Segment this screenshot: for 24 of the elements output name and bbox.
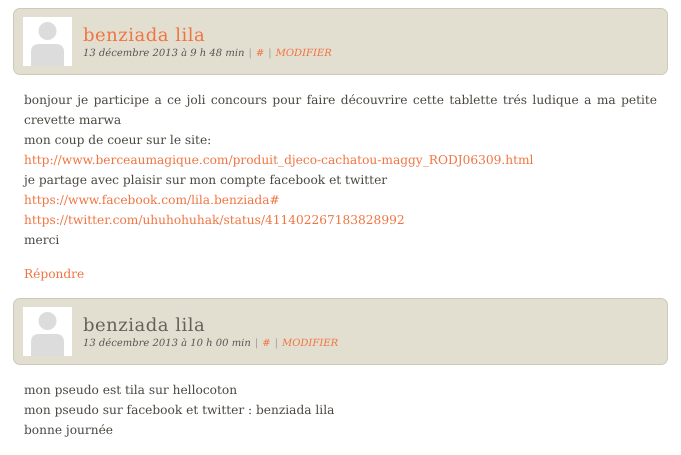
comment-link[interactable]: https://www.facebook.com/lila.benziada# xyxy=(24,190,657,210)
permalink[interactable]: # xyxy=(262,338,271,348)
comment-text: merci xyxy=(24,232,60,249)
separator: | xyxy=(248,48,252,58)
comment-text: mon coup de coeur sur le site: xyxy=(24,132,212,149)
comment-link[interactable]: http://www.berceaumagique.com/produit_djeco-cachatou-maggy_RODJ06309.html xyxy=(24,150,657,170)
comment-link[interactable]: https://twitter.com/uhuhohuhak/status/411402267183828992 xyxy=(24,210,657,230)
separator: | xyxy=(268,48,272,58)
separator: | xyxy=(254,338,258,348)
avatar-icon xyxy=(23,17,72,66)
separator: | xyxy=(274,338,278,348)
comment-date: 13 décembre 2013 à 9 h 48 min xyxy=(83,48,244,58)
reply-link[interactable]: Répondre xyxy=(24,264,84,284)
author-name: benziada lila xyxy=(83,314,206,336)
edit-link[interactable]: MODIFIER xyxy=(276,48,332,58)
comment-text: mon pseudo est tila sur hellocoton xyxy=(24,382,238,399)
comment-text: je partage avec plaisir sur mon compte facebook et twitter xyxy=(24,172,388,189)
avatar-icon xyxy=(23,307,72,356)
comment-text: mon pseudo sur facebook et twitter : benziada lila xyxy=(24,402,336,419)
author-name[interactable]: benziada lila xyxy=(83,24,332,46)
comment-text: bonne journée xyxy=(24,422,114,439)
comment-date: 13 décembre 2013 à 10 h 00 min xyxy=(83,338,251,348)
edit-link[interactable]: MODIFIER xyxy=(282,338,338,348)
permalink[interactable]: # xyxy=(256,48,264,58)
